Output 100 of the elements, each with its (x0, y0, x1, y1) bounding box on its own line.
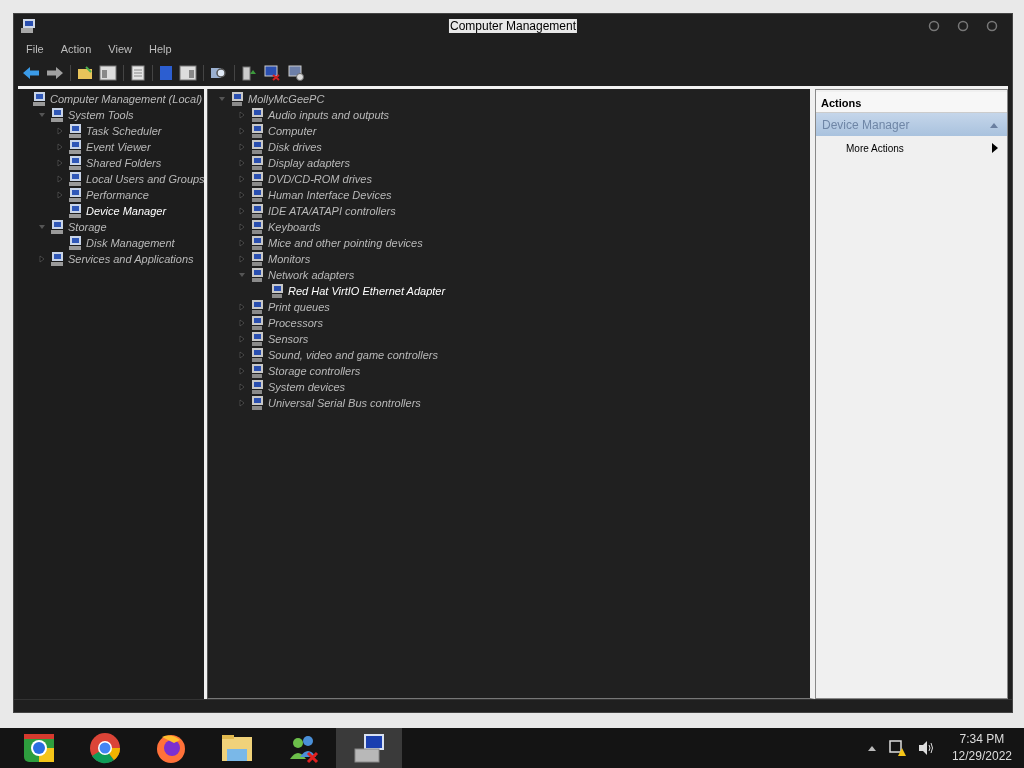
expander-icon[interactable] (238, 255, 246, 263)
expander-icon[interactable] (238, 191, 246, 199)
tree-item[interactable]: Performance (86, 189, 149, 201)
expander-icon[interactable] (238, 271, 246, 279)
tree-node-icon (67, 155, 83, 171)
menu-item[interactable]: Help (148, 43, 172, 55)
tree-item[interactable]: IDE ATA/ATAPI controllers (268, 205, 396, 217)
tree-item[interactable]: Local Users and Groups (86, 173, 205, 185)
computer-icon[interactable] (287, 65, 305, 81)
tree-node-icon (67, 203, 83, 219)
tree-item[interactable]: Event Viewer (86, 141, 151, 153)
speaker-icon[interactable] (917, 740, 934, 756)
expander-icon[interactable] (238, 239, 246, 247)
menu-item[interactable]: View (108, 43, 132, 55)
tree-node-icon (49, 251, 65, 267)
expander-icon[interactable] (238, 335, 246, 343)
tree-item[interactable]: DVD/CD-ROM drives (268, 173, 372, 185)
tree-item[interactable]: Disk Management (86, 237, 175, 249)
clock-date[interactable]: 12/29/2022 (951, 748, 1012, 765)
folder-icon[interactable] (77, 65, 93, 81)
tree-item[interactable]: Red Hat VirtIO Ethernet Adapter (288, 285, 446, 297)
menu-item[interactable]: File (26, 43, 44, 55)
tree-item[interactable]: Disk drives (268, 141, 322, 153)
window-control-icon[interactable] (928, 20, 940, 32)
computer-icon[interactable] (263, 65, 281, 81)
expander-icon[interactable] (238, 399, 246, 407)
forward-arrow-icon[interactable] (46, 65, 64, 81)
tree-node-icon (67, 187, 83, 203)
tree-item[interactable]: Audio inputs and outputs (268, 109, 390, 121)
window-icon[interactable] (99, 65, 117, 81)
expander-icon[interactable] (238, 159, 246, 167)
magnifier-icon[interactable] (210, 65, 228, 81)
action-link[interactable]: More Actions (846, 142, 904, 154)
expander-icon[interactable] (238, 303, 246, 311)
tree-item[interactable]: Computer Management (Local) (50, 93, 203, 105)
expander-icon[interactable] (56, 127, 64, 135)
tree-item[interactable]: Mice and other pointing devices (268, 237, 423, 249)
expander-icon[interactable] (238, 351, 246, 359)
tree-node-icon (67, 171, 83, 187)
window-control-icon[interactable] (986, 20, 998, 32)
tree-item[interactable]: MollyMcGeePC (248, 93, 325, 105)
tree-item[interactable]: Keyboards (268, 221, 321, 233)
tree-item[interactable]: Processors (268, 317, 324, 329)
expander-icon[interactable] (238, 319, 246, 327)
tree-item[interactable]: Print queues (268, 301, 330, 313)
active-taskbar-button[interactable] (336, 728, 402, 768)
window-control-icon[interactable] (957, 20, 969, 32)
back-arrow-icon[interactable] (22, 65, 40, 81)
device-icon (249, 171, 265, 187)
submenu-arrow-icon[interactable] (991, 143, 999, 153)
device-icon (249, 139, 265, 155)
tree-item[interactable]: Device Manager (86, 205, 167, 217)
expander-icon[interactable] (238, 175, 246, 183)
device-icon (249, 267, 265, 283)
show-hidden-icons-caret-icon[interactable] (867, 745, 876, 751)
expander-icon[interactable] (218, 95, 226, 103)
tree-item[interactable]: System devices (268, 381, 346, 393)
tree-item[interactable]: Shared Folders (86, 157, 162, 169)
tree-item[interactable]: Computer (268, 125, 317, 137)
tree-item[interactable]: Network adapters (268, 269, 355, 281)
tree-item[interactable]: Sensors (268, 333, 309, 345)
tree-item[interactable]: Universal Serial Bus controllers (268, 397, 421, 409)
expander-icon[interactable] (238, 207, 246, 215)
device-icon (249, 123, 265, 139)
expander-icon[interactable] (238, 127, 246, 135)
tree-item[interactable]: System Tools (68, 109, 134, 121)
device-icon (249, 363, 265, 379)
device-icon (229, 91, 245, 107)
expander-icon[interactable] (238, 383, 246, 391)
expander-icon[interactable] (38, 223, 46, 231)
window-title: Computer Management (448, 19, 578, 33)
expander-icon[interactable] (56, 159, 64, 167)
menu-item[interactable]: Action (60, 43, 92, 55)
clock-time[interactable]: 7:34 PM (959, 731, 1005, 748)
expander-icon[interactable] (238, 223, 246, 231)
tree-item[interactable]: Storage (68, 221, 107, 233)
tree-item[interactable]: Storage controllers (268, 365, 361, 377)
expander-icon[interactable] (38, 255, 46, 263)
tree-item[interactable]: Sound, video and game controllers (268, 349, 438, 361)
expander-icon[interactable] (56, 191, 64, 199)
expander-icon[interactable] (238, 111, 246, 119)
tree-node-icon (31, 91, 47, 107)
expander-icon[interactable] (38, 111, 46, 119)
expander-icon[interactable] (56, 143, 64, 151)
tree-item[interactable]: Task Scheduler (86, 125, 162, 137)
device-icon[interactable] (241, 65, 257, 81)
tree-item[interactable]: Monitors (268, 253, 311, 265)
tree-item[interactable]: Display adapters (268, 157, 350, 169)
device-icon (249, 235, 265, 251)
expander-icon[interactable] (56, 175, 64, 183)
expander-icon[interactable] (238, 143, 246, 151)
expander-icon[interactable] (238, 367, 246, 375)
network-warning-icon[interactable] (887, 739, 906, 757)
device-icon (249, 155, 265, 171)
device-icon (249, 299, 265, 315)
tree-item[interactable]: Services and Applications (68, 253, 194, 265)
window-icon[interactable] (179, 65, 197, 81)
document-icon[interactable] (130, 65, 146, 81)
tree-item[interactable]: Human Interface Devices (268, 189, 392, 201)
device-icon (249, 203, 265, 219)
